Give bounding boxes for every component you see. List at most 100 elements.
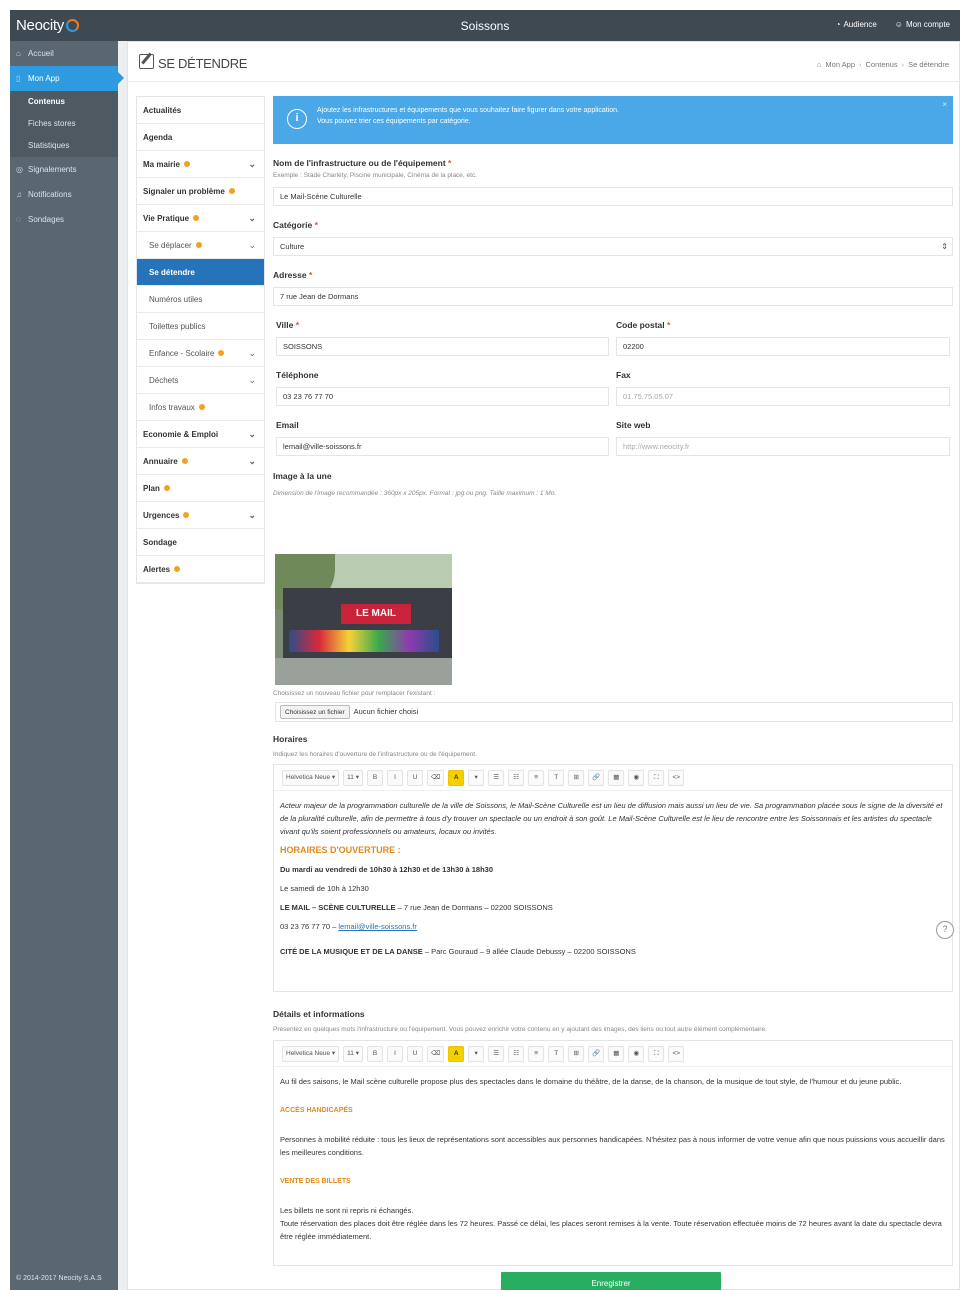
numbered-list-button[interactable]: ☷: [508, 769, 525, 786]
preview-button[interactable]: ◉: [628, 769, 645, 786]
chevron-down-icon[interactable]: ⌄: [248, 367, 256, 394]
sidebar-item-notifications[interactable]: ♫ Notifications: [10, 182, 118, 207]
underline-button[interactable]: U: [406, 769, 423, 786]
subnav-infos-travaux[interactable]: Infos travaux: [137, 394, 264, 421]
underline-button[interactable]: U: [406, 1045, 423, 1062]
sidebar-item-signalements[interactable]: ◎ Signalements: [10, 157, 118, 182]
breadcrumb-contenus[interactable]: Contenus: [866, 60, 898, 69]
subnav-ma-mairie[interactable]: Ma mairie ⌄: [137, 151, 264, 178]
hours-heading: HORAIRES D'OUVERTURE :: [280, 845, 401, 855]
venue1-email-link[interactable]: lemail@ville-soissons.fr: [338, 922, 416, 931]
chevron-down-icon[interactable]: ⌄: [248, 232, 256, 259]
zip-input[interactable]: 02200: [616, 337, 950, 356]
sidebar-item-mon-app[interactable]: ▯ Mon App: [10, 66, 124, 91]
heading-button[interactable]: T: [548, 1045, 565, 1062]
fax-input[interactable]: 01.75.75.05.07: [616, 387, 950, 406]
heading-button[interactable]: T: [548, 769, 565, 786]
help-icon[interactable]: ?: [936, 921, 954, 939]
color-dropdown-button[interactable]: ▾: [468, 769, 485, 786]
audience-link[interactable]: ◔ Audience: [836, 20, 877, 29]
email-input[interactable]: lemail@ville-soissons.fr: [276, 437, 609, 456]
hours-content[interactable]: Acteur majeur de la programmation cultur…: [274, 791, 952, 991]
chevron-down-icon[interactable]: ⌄: [248, 421, 256, 448]
close-icon[interactable]: ×: [942, 99, 947, 110]
subnav-se-deplacer[interactable]: Se déplacer ⌄: [137, 232, 264, 259]
subnav-enfance[interactable]: Enfance - Scolaire ⌄: [137, 340, 264, 367]
sidebar-item-accueil[interactable]: ⌂ Accueil: [10, 41, 118, 66]
breadcrumb-current: Se détendre: [908, 60, 949, 69]
sidebar-item-sondages[interactable]: ◌ Sondages: [10, 207, 118, 232]
file-input[interactable]: Choisissez un fichier Aucun fichier chois…: [275, 702, 953, 722]
clear-format-button[interactable]: ⌫: [426, 1045, 445, 1062]
text-color-button[interactable]: A: [448, 1045, 465, 1062]
subnav-actualites[interactable]: Actualités: [137, 97, 264, 124]
subnav-sondage[interactable]: Sondage: [137, 529, 264, 556]
font-family-select[interactable]: Helvetica Neue ▾: [282, 1045, 340, 1062]
website-label: Site web: [616, 420, 651, 430]
image-button[interactable]: ▦: [608, 1045, 625, 1062]
text-color-button[interactable]: A: [448, 769, 465, 786]
bullet-list-button[interactable]: ☰: [488, 769, 505, 786]
code-view-button[interactable]: <>: [668, 769, 685, 786]
fullscreen-button[interactable]: ⛶: [648, 769, 665, 786]
subnav-toilettes[interactable]: Toilettes publics: [137, 313, 264, 340]
subnav-alertes[interactable]: Alertes: [137, 556, 264, 583]
subnav-urgences[interactable]: Urgences ⌄: [137, 502, 264, 529]
city-input[interactable]: SOISSONS: [276, 337, 609, 356]
table-button[interactable]: ⊞: [568, 1045, 585, 1062]
align-button[interactable]: ≡: [528, 769, 545, 786]
sidebar: ⌂ Accueil ▯ Mon App Contenus Fiches stores…: [10, 41, 124, 1290]
phone-input[interactable]: 03 23 76 77 70: [276, 387, 609, 406]
details-content[interactable]: Au fil des saisons, le Mail scène cultur…: [274, 1067, 952, 1265]
category-label-text: Catégorie: [273, 220, 313, 230]
subnav-annuaire[interactable]: Annuaire ⌄: [137, 448, 264, 475]
code-view-button[interactable]: <>: [668, 1045, 685, 1062]
italic-button[interactable]: I: [386, 1045, 403, 1062]
chevron-down-icon[interactable]: ⌄: [248, 448, 256, 475]
image-hint: Dimension de l'image recommandée : 360px…: [273, 490, 557, 497]
font-size-select[interactable]: 11 ▾: [343, 1045, 363, 1062]
align-button[interactable]: ≡: [528, 1045, 545, 1062]
font-family-select[interactable]: Helvetica Neue ▾: [282, 769, 340, 786]
chevron-down-icon[interactable]: ⌄: [248, 205, 256, 232]
bullet-list-button[interactable]: ☰: [488, 1045, 505, 1062]
link-button[interactable]: 🔗: [588, 769, 605, 786]
table-button[interactable]: ⊞: [568, 769, 585, 786]
subnav-label: Vie Pratique: [143, 214, 190, 223]
fullscreen-button[interactable]: ⛶: [648, 1045, 665, 1062]
address-input[interactable]: 7 rue Jean de Dormans: [273, 287, 953, 306]
numbered-list-button[interactable]: ☷: [508, 1045, 525, 1062]
website-input[interactable]: http://www.neocity.fr: [616, 437, 950, 456]
preview-button[interactable]: ◉: [628, 1045, 645, 1062]
chevron-down-icon[interactable]: ⌄: [248, 151, 256, 178]
save-button[interactable]: Enregistrer: [501, 1272, 721, 1290]
image-button[interactable]: ▦: [608, 769, 625, 786]
hours-line-weekdays: Du mardi au vendredi de 10h30 à 12h30 et…: [280, 865, 494, 874]
account-link[interactable]: ☺ Mon compte: [895, 20, 950, 29]
font-size-select[interactable]: 11 ▾: [343, 769, 363, 786]
clear-format-button[interactable]: ⌫: [426, 769, 445, 786]
sidebar-subitem-fiches-stores[interactable]: Fiches stores: [10, 113, 118, 135]
subnav-dechets[interactable]: Déchets ⌄: [137, 367, 264, 394]
color-dropdown-button[interactable]: ▾: [468, 1045, 485, 1062]
italic-button[interactable]: I: [386, 769, 403, 786]
chevron-down-icon[interactable]: ⌄: [248, 340, 256, 367]
link-button[interactable]: 🔗: [588, 1045, 605, 1062]
choose-file-button[interactable]: Choisissez un fichier: [280, 705, 350, 719]
subnav-signaler[interactable]: Signaler un problème: [137, 178, 264, 205]
sidebar-subitem-statistiques[interactable]: Statistiques: [10, 135, 118, 157]
name-input[interactable]: Le Mail-Scène Culturelle: [273, 187, 953, 206]
featured-image: LE MAIL: [275, 554, 452, 685]
subnav-agenda[interactable]: Agenda: [137, 124, 264, 151]
subnav-vie-pratique[interactable]: Vie Pratique ⌄: [137, 205, 264, 232]
sidebar-subitem-contenus[interactable]: Contenus: [10, 91, 118, 113]
chevron-down-icon[interactable]: ⌄: [248, 502, 256, 529]
subnav-se-detendre[interactable]: Se détendre: [137, 259, 264, 286]
breadcrumb-mon-app[interactable]: Mon App: [825, 60, 855, 69]
subnav-plan[interactable]: Plan: [137, 475, 264, 502]
category-select[interactable]: Culture ⇕: [273, 237, 953, 256]
bold-button[interactable]: B: [366, 1045, 383, 1062]
bold-button[interactable]: B: [366, 769, 383, 786]
subnav-numeros-utiles[interactable]: Numéros utiles: [137, 286, 264, 313]
subnav-economie[interactable]: Economie & Emploi ⌄: [137, 421, 264, 448]
